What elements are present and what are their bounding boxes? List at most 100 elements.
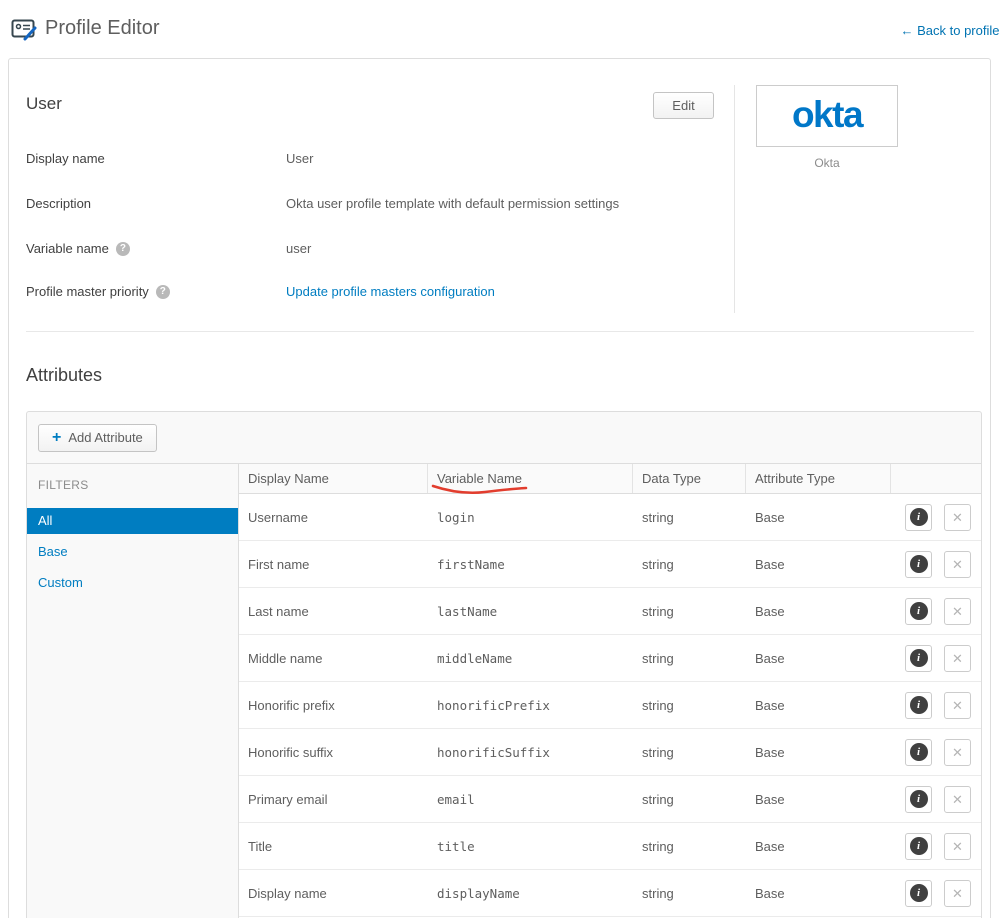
table-row: Honorific suffix honorificSuffix string Bas… bbox=[239, 729, 981, 776]
attributes-panel-body: FILTERS All Base Custom Display Name Var… bbox=[27, 464, 981, 918]
filters-sidebar: FILTERS All Base Custom bbox=[27, 464, 238, 918]
back-to-profiles-link[interactable]: ← Back to profiles bbox=[901, 23, 1000, 38]
cell-data-type: string bbox=[642, 556, 674, 572]
help-icon[interactable]: ? bbox=[115, 241, 130, 256]
cell-variable-name: email bbox=[437, 791, 475, 807]
field-label: Display name bbox=[26, 151, 105, 166]
cell-variable-name: login bbox=[437, 509, 475, 525]
info-button[interactable]: i bbox=[905, 691, 932, 719]
cell-display-name: Honorific suffix bbox=[248, 744, 334, 760]
cell-actions: i ✕ bbox=[891, 832, 981, 860]
field-display-name: Display name User bbox=[26, 151, 313, 169]
close-icon: ✕ bbox=[952, 744, 963, 760]
delete-attribute-button[interactable]: ✕ bbox=[944, 597, 971, 625]
info-icon: i bbox=[909, 743, 928, 761]
page-title: Profile Editor bbox=[45, 17, 160, 39]
info-button[interactable]: i bbox=[905, 879, 932, 907]
cell-attribute-type: Base bbox=[755, 509, 785, 525]
info-button[interactable]: i bbox=[905, 644, 932, 672]
okta-logo: okta bbox=[791, 93, 864, 135]
info-button[interactable]: i bbox=[905, 738, 932, 766]
header-variable-name-text: Variable Name bbox=[437, 471, 523, 486]
filters-label: FILTERS bbox=[38, 478, 89, 492]
profile-editor-icon bbox=[11, 19, 37, 41]
cell-attribute-type: Base bbox=[755, 697, 785, 713]
delete-attribute-button[interactable]: ✕ bbox=[944, 644, 971, 672]
cell-attribute-type: Base bbox=[755, 744, 785, 760]
delete-attribute-button[interactable]: ✕ bbox=[944, 550, 971, 578]
info-icon: i bbox=[909, 555, 928, 573]
cell-attribute-type: Base bbox=[755, 885, 785, 901]
delete-attribute-button[interactable]: ✕ bbox=[944, 738, 971, 766]
attributes-panel: + Add Attribute FILTERS All Base Custom … bbox=[26, 411, 982, 918]
field-value: Okta user profile template with default … bbox=[286, 196, 620, 211]
delete-attribute-button[interactable]: ✕ bbox=[944, 879, 971, 907]
header-attribute-type: Attribute Type bbox=[746, 464, 891, 493]
cell-data-type: string bbox=[642, 697, 674, 713]
field-value: user bbox=[286, 241, 312, 256]
field-label-text: Profile master priority bbox=[26, 284, 149, 299]
cell-data-type: string bbox=[642, 791, 674, 807]
okta-logo-box: okta bbox=[756, 85, 898, 147]
close-icon: ✕ bbox=[952, 885, 963, 901]
cell-variable-name: honorificPrefix bbox=[437, 697, 550, 713]
field-label: Profile master priority ? bbox=[26, 284, 170, 299]
cell-actions: i ✕ bbox=[891, 738, 981, 766]
profile-card: User Edit okta Okta Display name User De… bbox=[8, 58, 991, 918]
cell-display-name: Username bbox=[248, 509, 308, 525]
cell-display-name: Display name bbox=[248, 885, 327, 901]
close-icon: ✕ bbox=[952, 650, 963, 666]
filter-item-all[interactable]: All bbox=[27, 508, 238, 534]
field-label-text: Variable name bbox=[26, 241, 109, 256]
header-display-name: Display Name bbox=[239, 464, 428, 493]
info-button[interactable]: i bbox=[905, 597, 932, 625]
info-icon: i bbox=[909, 837, 928, 855]
cell-attribute-type: Base bbox=[755, 791, 785, 807]
add-attribute-button[interactable]: + Add Attribute bbox=[38, 423, 157, 452]
section-divider bbox=[26, 331, 974, 332]
delete-attribute-button[interactable]: ✕ bbox=[944, 785, 971, 813]
cell-data-type: string bbox=[642, 744, 674, 760]
cell-data-type: string bbox=[642, 509, 674, 525]
cell-data-type: string bbox=[642, 603, 674, 619]
cell-actions: i ✕ bbox=[891, 785, 981, 813]
cell-actions: i ✕ bbox=[891, 550, 981, 578]
help-icon[interactable]: ? bbox=[155, 284, 170, 299]
header-data-type: Data Type bbox=[633, 464, 746, 493]
cell-attribute-type: Base bbox=[755, 838, 785, 854]
filter-item-custom[interactable]: Custom bbox=[27, 570, 238, 596]
delete-attribute-button[interactable]: ✕ bbox=[944, 691, 971, 719]
info-icon: i bbox=[909, 790, 928, 808]
table-row: First name firstName string Base i ✕ bbox=[239, 541, 981, 588]
user-section-title: User bbox=[26, 94, 62, 113]
filter-item-base[interactable]: Base bbox=[27, 539, 238, 565]
update-profile-masters-link[interactable]: Update profile masters configuration bbox=[286, 284, 495, 299]
attributes-section-title: Attributes bbox=[26, 365, 103, 385]
table-row: Last name lastName string Base i ✕ bbox=[239, 588, 981, 635]
cell-attribute-type: Base bbox=[755, 556, 785, 572]
info-icon: i bbox=[909, 696, 928, 714]
cell-variable-name: lastName bbox=[437, 603, 498, 619]
cell-display-name: Honorific prefix bbox=[248, 697, 335, 713]
info-icon: i bbox=[909, 649, 928, 667]
cell-variable-name: title bbox=[437, 838, 475, 854]
info-button[interactable]: i bbox=[905, 550, 932, 578]
cell-variable-name: firstName bbox=[437, 556, 505, 572]
field-label: Description bbox=[26, 196, 92, 211]
delete-attribute-button[interactable]: ✕ bbox=[944, 832, 971, 860]
cell-data-type: string bbox=[642, 838, 674, 854]
profile-editor-page: Profile Editor ← Back to profiles User E… bbox=[0, 0, 1000, 918]
attributes-toolbar: + Add Attribute bbox=[27, 412, 981, 464]
field-description: Description Okta user profile template w… bbox=[26, 196, 619, 214]
info-icon: i bbox=[909, 602, 928, 620]
cell-actions: i ✕ bbox=[891, 879, 981, 907]
edit-button[interactable]: Edit bbox=[653, 92, 714, 119]
info-button[interactable]: i bbox=[905, 832, 932, 860]
delete-attribute-button[interactable]: ✕ bbox=[944, 503, 971, 531]
cell-display-name: Title bbox=[248, 838, 273, 854]
info-button[interactable]: i bbox=[905, 785, 932, 813]
info-button[interactable]: i bbox=[905, 503, 932, 531]
table-row: Primary email email string Base i ✕ bbox=[239, 776, 981, 823]
close-icon: ✕ bbox=[952, 791, 963, 807]
cell-display-name: Primary email bbox=[248, 791, 328, 807]
